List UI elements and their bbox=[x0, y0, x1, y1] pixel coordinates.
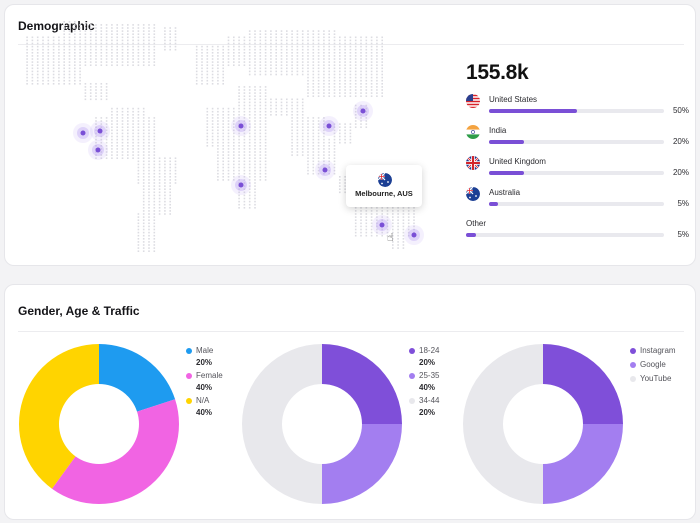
legend-label: Male bbox=[196, 346, 214, 355]
flag-us-icon bbox=[466, 94, 480, 108]
legend-value: 40% bbox=[196, 383, 213, 392]
progress-fill bbox=[466, 233, 476, 237]
legend-dot bbox=[630, 348, 636, 354]
country-percent: 20% bbox=[672, 168, 689, 177]
country-row-india[interactable]: India 20% bbox=[466, 125, 689, 151]
progress-track bbox=[466, 233, 664, 237]
country-percent: 5% bbox=[677, 199, 689, 208]
progress-fill bbox=[489, 109, 577, 113]
country-row-united-kingdom[interactable]: United Kingdom 20% bbox=[466, 156, 689, 182]
legend-value: 40% bbox=[196, 408, 213, 417]
progress-fill bbox=[489, 140, 524, 144]
country-name: Other bbox=[466, 219, 487, 228]
legend-dot bbox=[409, 398, 415, 404]
legend-value: 20% bbox=[196, 358, 213, 367]
donut-slice-female[interactable] bbox=[51, 399, 179, 504]
country-name: Australia bbox=[489, 188, 521, 197]
legend-dot bbox=[630, 376, 636, 382]
progress-track bbox=[489, 140, 664, 144]
map-location-marker[interactable] bbox=[88, 140, 108, 160]
map-location-marker[interactable] bbox=[404, 225, 424, 245]
gat-divider bbox=[18, 331, 684, 332]
country-row-united-states[interactable]: United States 50% bbox=[466, 94, 689, 120]
donut-slice-18-24[interactable] bbox=[322, 344, 402, 424]
total-visitors: 155.8k bbox=[466, 61, 529, 84]
flag-australia-icon bbox=[466, 187, 480, 201]
country-name: United States bbox=[489, 95, 538, 104]
legend-dot bbox=[409, 373, 415, 379]
donut-slice-34-44[interactable] bbox=[242, 344, 322, 504]
progress-fill bbox=[489, 202, 498, 206]
legend-label: N/A bbox=[196, 396, 210, 405]
country-row-other[interactable]: Other 5% bbox=[466, 218, 689, 244]
donut-slice-25-35[interactable] bbox=[322, 424, 402, 504]
world-map[interactable] bbox=[5, 5, 445, 267]
donut-slice-youtube[interactable] bbox=[463, 344, 543, 504]
donut-slice-male[interactable] bbox=[99, 344, 176, 412]
country-name: India bbox=[489, 126, 507, 135]
tooltip-label: Melbourne, AUS bbox=[355, 189, 413, 198]
progress-track bbox=[489, 202, 664, 206]
progress-track bbox=[489, 171, 664, 175]
gender-donut-chart[interactable] bbox=[18, 343, 180, 505]
donut-slice-google[interactable] bbox=[543, 424, 623, 504]
flag-australia-icon bbox=[378, 173, 392, 187]
progress-track bbox=[489, 109, 664, 113]
progress-fill bbox=[489, 171, 524, 175]
map-location-marker[interactable] bbox=[319, 116, 339, 136]
flag-india-icon bbox=[466, 125, 480, 139]
legend-dot bbox=[630, 362, 636, 368]
legend-value: 20% bbox=[419, 408, 436, 417]
legend-dot bbox=[186, 348, 192, 354]
legend-dot bbox=[186, 373, 192, 379]
country-name: United Kingdom bbox=[489, 157, 546, 166]
donut-slice-instagram[interactable] bbox=[543, 344, 623, 424]
legend-dot bbox=[409, 348, 415, 354]
map-tooltip: Melbourne, AUS bbox=[346, 165, 422, 207]
legend-value: 20% bbox=[419, 358, 436, 367]
legend-value: 40% bbox=[419, 383, 436, 392]
legend-label: 18-24 bbox=[419, 346, 440, 355]
hand-cursor-icon: ☝ bbox=[387, 232, 394, 244]
flag-uk-icon bbox=[466, 156, 480, 170]
legend-label: 34-44 bbox=[419, 396, 440, 405]
country-percent: 50% bbox=[672, 106, 689, 115]
map-location-marker[interactable] bbox=[353, 101, 373, 121]
legend-label: YouTube bbox=[640, 374, 672, 383]
map-location-marker[interactable] bbox=[231, 116, 251, 136]
country-percent: 20% bbox=[672, 137, 689, 146]
legend-dot bbox=[186, 398, 192, 404]
demographic-card: Demographic Melbourne, AUS ☝ 155.8k Unit… bbox=[4, 4, 696, 266]
traffic-donut-chart[interactable] bbox=[462, 343, 624, 505]
legend-label: Google bbox=[640, 360, 666, 369]
map-location-marker[interactable] bbox=[90, 121, 110, 141]
map-location-marker[interactable] bbox=[315, 160, 335, 180]
country-percent: 5% bbox=[677, 230, 689, 239]
age-donut-chart[interactable] bbox=[241, 343, 403, 505]
map-location-marker[interactable] bbox=[231, 175, 251, 195]
gat-title: Gender, Age & Traffic bbox=[18, 304, 140, 318]
map-location-marker[interactable] bbox=[73, 123, 93, 143]
gender-age-traffic-card: Gender, Age & Traffic Male 20% Female 40… bbox=[4, 284, 696, 520]
country-row-australia[interactable]: Australia 5% bbox=[466, 187, 689, 213]
legend-label: 25-35 bbox=[419, 371, 440, 380]
legend-label: Instagram bbox=[640, 346, 676, 355]
legend-label: Female bbox=[196, 371, 223, 380]
